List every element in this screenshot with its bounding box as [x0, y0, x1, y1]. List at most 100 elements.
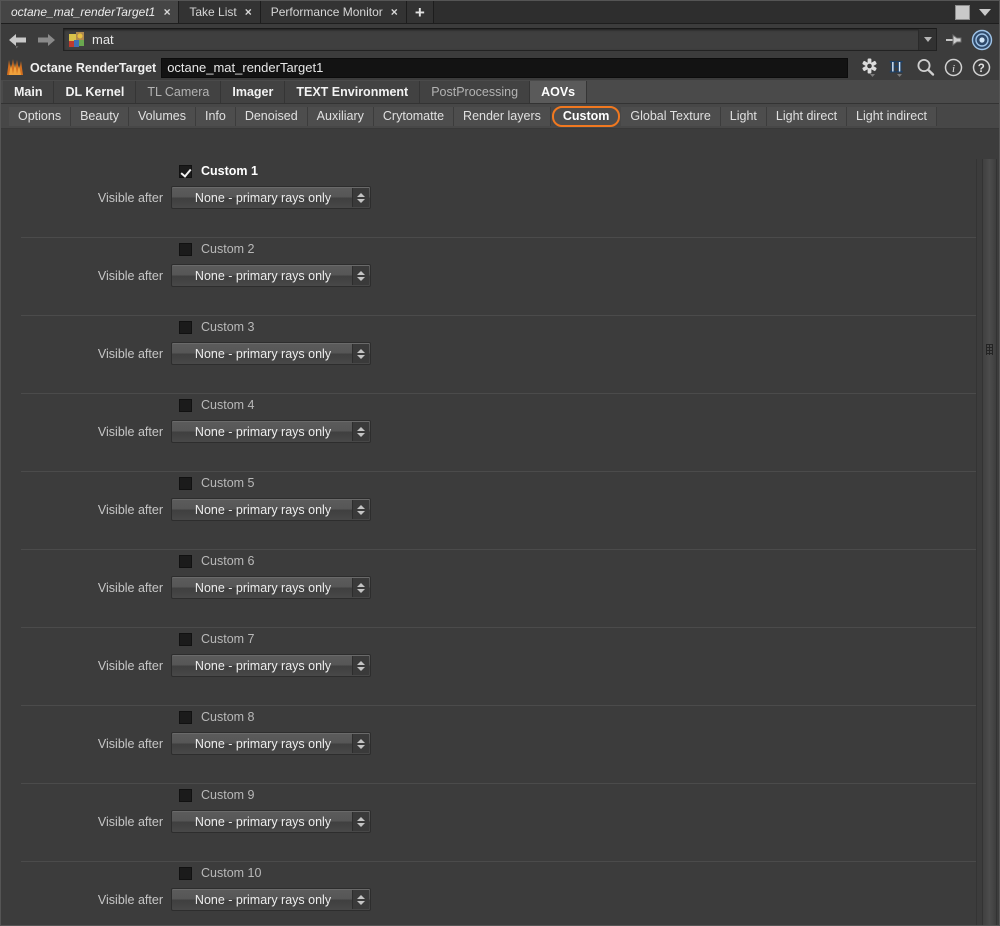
scrollbar-track[interactable]	[982, 159, 997, 925]
aov-sub-tab[interactable]: Crytomatte	[373, 106, 455, 126]
aov-sub-tab[interactable]: Volumes	[129, 106, 196, 126]
visible-after-dropdown[interactable]: None - primary rays only	[171, 342, 371, 365]
aov-sub-tab[interactable]: Render layers	[454, 106, 551, 126]
chevron-up-icon[interactable]	[357, 816, 365, 821]
visible-after-dropdown[interactable]: None - primary rays only	[171, 654, 371, 677]
enable-checkbox[interactable]	[179, 554, 192, 568]
enable-checkbox[interactable]	[179, 398, 192, 412]
triangle-down-icon[interactable]	[979, 8, 991, 16]
enable-checkbox[interactable]	[179, 242, 192, 256]
visible-after-dropdown[interactable]: None - primary rays only	[171, 186, 371, 209]
aov-sub-tab[interactable]: Info	[195, 106, 236, 126]
svg-text:i: i	[952, 63, 955, 75]
main-tab[interactable]: Main	[3, 81, 55, 103]
main-tab[interactable]: DL Kernel	[54, 81, 137, 103]
pin-icon[interactable]	[943, 29, 965, 51]
chevron-up-icon[interactable]	[357, 270, 365, 275]
chevron-down-icon[interactable]	[357, 822, 365, 827]
aov-sub-tab-bar: Options Beauty Volumes Info Denoised Auxiliar…	[1, 104, 999, 129]
chevron-down-icon[interactable]	[357, 900, 365, 905]
maximize-icon[interactable]	[955, 4, 970, 20]
visible-after-label: Visible after	[97, 892, 163, 907]
visible-after-dropdown[interactable]: None - primary rays only	[171, 732, 371, 755]
custom-aov-list: Custom 1 Visible after None - primary rays…	[1, 159, 999, 925]
search-icon[interactable]	[915, 57, 936, 78]
chevron-down-icon[interactable]	[357, 588, 365, 593]
chevron-up-icon[interactable]	[357, 348, 365, 353]
chevron-down-icon[interactable]	[357, 198, 365, 203]
visible-after-dropdown[interactable]: None - primary rays only	[171, 498, 371, 521]
visible-after-dropdown[interactable]: None - primary rays only	[171, 810, 371, 833]
chevron-up-icon[interactable]	[357, 582, 365, 587]
window-tab[interactable]: Performance Monitor ×	[260, 1, 407, 23]
enable-checkbox[interactable]	[179, 632, 192, 646]
chevron-down-icon[interactable]	[357, 276, 365, 281]
arrow-right-icon[interactable]	[35, 30, 57, 50]
help-icon[interactable]: ?	[971, 57, 992, 78]
dropdown-stepper[interactable]	[352, 578, 369, 597]
chevron-up-icon[interactable]	[357, 660, 365, 665]
dropdown-stepper[interactable]	[352, 734, 369, 753]
dropdown-stepper[interactable]	[352, 344, 369, 363]
chevron-up-icon[interactable]	[357, 426, 365, 431]
chevron-down-icon[interactable]	[357, 666, 365, 671]
aov-sub-tab[interactable]: Light indirect	[847, 106, 937, 126]
chevron-down-icon[interactable]	[357, 354, 365, 359]
node-name-field[interactable]: octane_mat_renderTarget1	[161, 57, 848, 78]
main-tab[interactable]: PostProcessing	[420, 81, 531, 103]
main-tab[interactable]: TL Camera	[136, 81, 222, 103]
visible-after-dropdown[interactable]: None - primary rays only	[171, 264, 371, 287]
dropdown-stepper[interactable]	[352, 812, 369, 831]
dropdown-stepper[interactable]	[352, 656, 369, 675]
dropdown-stepper[interactable]	[352, 188, 369, 207]
aov-sub-tab[interactable]: Light	[720, 106, 767, 126]
vertical-scroll-rail[interactable]	[976, 159, 999, 925]
main-tab[interactable]: AOVs	[530, 81, 588, 103]
window-tab[interactable]: octane_mat_renderTarget1 ×	[1, 1, 180, 23]
visible-after-dropdown[interactable]: None - primary rays only	[171, 576, 371, 599]
gear-icon[interactable]	[859, 57, 880, 78]
aov-sub-tab[interactable]: Denoised	[235, 106, 308, 126]
splitter-grip-icon[interactable]	[986, 344, 993, 355]
main-tab[interactable]: Imager	[221, 81, 286, 103]
enable-checkbox[interactable]	[179, 710, 192, 724]
enable-checkbox[interactable]	[179, 476, 192, 490]
dropdown-stepper[interactable]	[352, 890, 369, 909]
window-tab[interactable]: Take List ×	[179, 1, 261, 23]
chevron-down-icon[interactable]	[357, 510, 365, 515]
visible-after-dropdown[interactable]: None - primary rays only	[171, 888, 371, 911]
main-tab[interactable]: TEXT Environment	[285, 81, 421, 103]
enable-checkbox[interactable]	[179, 164, 192, 178]
dropdown-stepper[interactable]	[352, 422, 369, 441]
close-icon[interactable]: ×	[391, 6, 398, 18]
visible-after-dropdown[interactable]: None - primary rays only	[171, 420, 371, 443]
houdini-h-icon[interactable]: H	[887, 57, 908, 78]
arrow-left-icon[interactable]	[7, 30, 29, 50]
aov-sub-tab[interactable]: Auxiliary	[307, 106, 374, 126]
chevron-down-icon[interactable]	[357, 432, 365, 437]
chevron-down-icon[interactable]	[357, 744, 365, 749]
dropdown-stepper[interactable]	[352, 500, 369, 519]
aov-sub-tab[interactable]: Beauty	[71, 106, 130, 126]
new-tab-button[interactable]: +	[406, 1, 434, 23]
enable-checkbox[interactable]	[179, 866, 192, 880]
path-field[interactable]: mat	[63, 28, 937, 51]
path-dropdown-button[interactable]	[918, 29, 936, 50]
enable-checkbox[interactable]	[179, 788, 192, 802]
aov-sub-tab[interactable]: Light direct	[766, 106, 848, 126]
dropdown-stepper[interactable]	[352, 266, 369, 285]
chevron-up-icon[interactable]	[357, 894, 365, 899]
aov-sub-tab[interactable]: Custom	[551, 105, 621, 127]
chevron-up-icon[interactable]	[357, 192, 365, 197]
close-icon[interactable]: ×	[245, 6, 252, 18]
aov-sub-tab[interactable]: Options	[9, 106, 72, 126]
chevron-up-icon[interactable]	[357, 504, 365, 509]
visible-after-value: None - primary rays only	[194, 190, 332, 205]
info-icon[interactable]: i	[943, 57, 964, 78]
enable-checkbox[interactable]	[179, 320, 192, 334]
close-icon[interactable]: ×	[163, 6, 170, 18]
aov-sub-tab[interactable]: Global Texture	[621, 106, 721, 126]
target-icon[interactable]	[971, 29, 993, 51]
path-value: mat	[92, 32, 114, 47]
chevron-up-icon[interactable]	[357, 738, 365, 743]
